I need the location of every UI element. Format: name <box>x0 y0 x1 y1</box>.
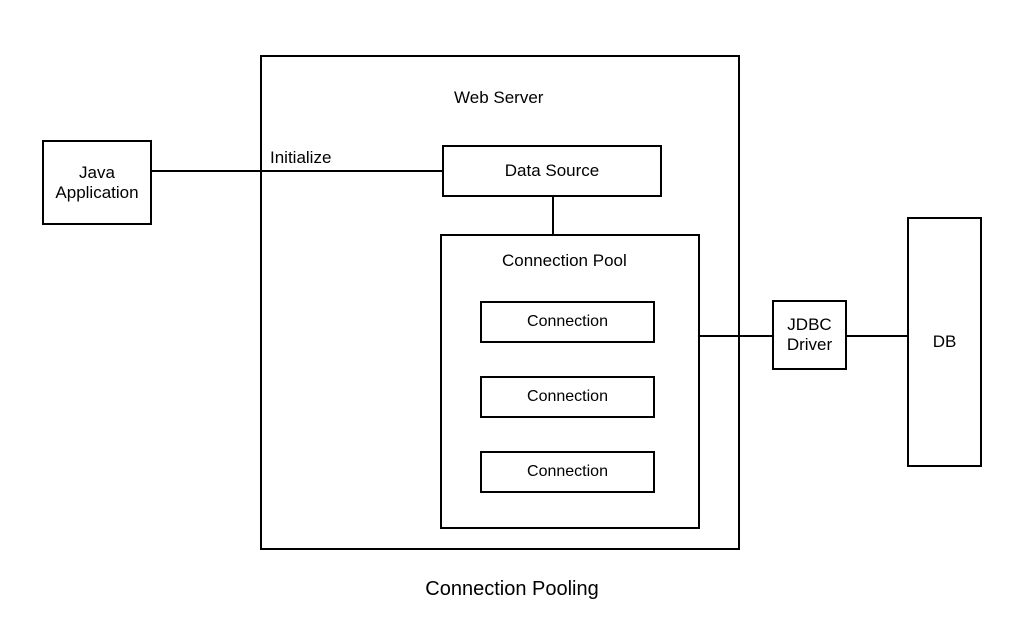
jdbc-driver-label: JDBC Driver <box>787 315 832 355</box>
initialize-label: Initialize <box>270 148 331 168</box>
diagram-caption: Connection Pooling <box>0 578 1024 601</box>
connection-label-1: Connection <box>527 313 608 331</box>
connection-pool-box: Connection Pool Connection Connection Co… <box>440 234 700 529</box>
db-box: DB <box>907 217 982 467</box>
data-source-label: Data Source <box>505 161 600 181</box>
jdbc-driver-box: JDBC Driver <box>772 300 847 370</box>
db-label: DB <box>933 332 957 352</box>
connection-box-2: Connection <box>480 376 655 418</box>
connection-pool-label: Connection Pool <box>502 251 627 271</box>
connection-label-2: Connection <box>527 388 608 406</box>
connection-box-3: Connection <box>480 451 655 493</box>
data-source-box: Data Source <box>442 145 662 197</box>
edge-javaapp-to-datasource <box>152 170 442 172</box>
web-server-label: Web Server <box>454 88 543 108</box>
connection-label-3: Connection <box>527 463 608 481</box>
java-application-label: Java Application <box>55 163 138 203</box>
connection-box-1: Connection <box>480 301 655 343</box>
edge-datasource-to-pool <box>552 197 554 234</box>
java-application-box: Java Application <box>42 140 152 225</box>
edge-jdbc-to-db <box>847 335 907 337</box>
edge-pool-to-jdbc <box>700 335 772 337</box>
